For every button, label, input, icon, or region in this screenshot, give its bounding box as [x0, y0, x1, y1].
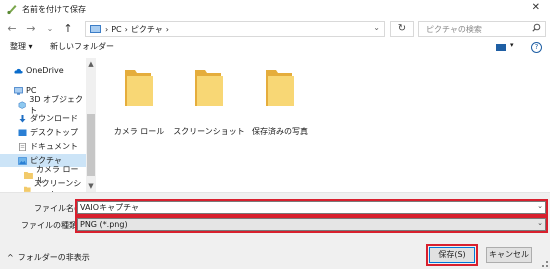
folder-icon — [24, 186, 31, 192]
sidebar-item-3d-objects[interactable]: 3D オブジェクト — [0, 95, 86, 115]
pictures-icon — [18, 156, 27, 165]
up-button[interactable]: ↑ — [62, 22, 74, 36]
forward-button[interactable]: → — [25, 22, 37, 36]
view-options-icon[interactable] — [496, 44, 506, 51]
command-toolbar: 整理 ▾ 新しいフォルダー ▾ ? — [0, 40, 550, 56]
highlight-box — [75, 199, 548, 216]
breadcrumb-separator: › — [105, 24, 109, 34]
cube-icon — [18, 100, 26, 109]
sidebar-item-label: ドキュメント — [30, 142, 78, 151]
sidebar-item-label: デスクトップ — [30, 128, 78, 137]
hide-folders-toggle[interactable]: ^ フォルダーの非表示 — [7, 252, 90, 263]
sidebar-item-documents[interactable]: ドキュメント — [0, 140, 86, 153]
folder-name: 保存済みの写真 — [252, 127, 308, 136]
sidebar-item-onedrive[interactable]: OneDrive — [0, 64, 86, 77]
highlight-box — [426, 244, 478, 266]
folder-icon — [125, 70, 153, 106]
sidebar-scrollbar[interactable]: ▲ ▼ — [86, 58, 96, 192]
title-bar: 名前を付けて保存 ✕ — [0, 0, 550, 18]
scroll-down-arrow-icon[interactable]: ▼ — [86, 182, 96, 190]
navigation-pane: OneDrive PC 3D オブジェクト ダウンロード デスクトップ ドキュメ… — [0, 58, 86, 192]
scroll-up-arrow-icon[interactable]: ▲ — [86, 60, 96, 68]
sidebar-item-label: ダウンロード — [30, 114, 78, 123]
folder-icon — [266, 70, 294, 106]
pc-icon — [90, 25, 101, 33]
sidebar-item-screenshots[interactable]: スクリーンショット — [0, 179, 86, 192]
address-bar[interactable]: › PC › ピクチャ › ⌄ — [85, 21, 385, 37]
scrollbar-thumb[interactable] — [87, 114, 95, 176]
recent-locations-button[interactable]: ⌄ — [44, 22, 56, 36]
view-options-caret[interactable]: ▾ — [510, 41, 514, 49]
help-icon[interactable]: ? — [531, 42, 542, 53]
highlight-box — [75, 216, 548, 233]
search-icon — [532, 23, 541, 32]
sidebar-item-label: OneDrive — [26, 66, 64, 75]
cloud-icon — [14, 68, 23, 73]
pc-icon — [14, 86, 23, 95]
folder-name: スクリーンショット — [173, 127, 245, 136]
navigation-bar: ← → ⌄ ↑ › PC › ピクチャ › ⌄ ↻ ピクチャの検索 — [0, 18, 550, 40]
folder-icon — [195, 70, 223, 106]
desktop-icon — [18, 129, 27, 136]
resize-grip-icon[interactable] — [542, 261, 548, 267]
paint-app-icon — [7, 5, 17, 15]
folder-icon — [24, 171, 33, 179]
download-icon — [19, 114, 26, 122]
search-input[interactable]: ピクチャの検索 — [418, 21, 546, 37]
sidebar-item-label: スクリーンショット — [33, 178, 82, 193]
search-placeholder: ピクチャの検索 — [426, 24, 482, 34]
window-title: 名前を付けて保存 — [22, 4, 86, 14]
folder-item[interactable]: カメラ ロール — [99, 66, 179, 137]
folder-name: カメラ ロール — [113, 127, 165, 136]
sidebar-item-desktop[interactable]: デスクトップ — [0, 126, 86, 139]
close-button[interactable]: ✕ — [532, 2, 540, 13]
hide-folders-label: フォルダーの非表示 — [17, 253, 90, 262]
new-folder-button[interactable]: 新しいフォルダー — [50, 41, 114, 52]
folder-item[interactable]: スクリーンショット — [169, 66, 249, 137]
folder-item[interactable]: 保存済みの写真 — [240, 66, 320, 137]
breadcrumb-separator: › — [124, 24, 128, 34]
breadcrumb-pc[interactable]: PC — [111, 25, 121, 34]
organize-button[interactable]: 整理 ▾ — [10, 41, 33, 52]
sidebar-item-downloads[interactable]: ダウンロード — [0, 112, 86, 125]
cancel-button[interactable]: キャンセル — [486, 247, 532, 263]
file-list: カメラ ロール スクリーンショット 保存済みの写真 — [97, 58, 550, 192]
refresh-button[interactable]: ↻ — [390, 21, 414, 37]
breadcrumb-separator: › — [165, 24, 169, 34]
caret-up-icon: ^ — [7, 253, 14, 262]
address-dropdown-icon[interactable]: ⌄ — [373, 23, 380, 32]
document-icon — [19, 142, 26, 151]
back-button[interactable]: ← — [6, 22, 18, 36]
breadcrumb-pictures[interactable]: ピクチャ — [131, 24, 163, 35]
